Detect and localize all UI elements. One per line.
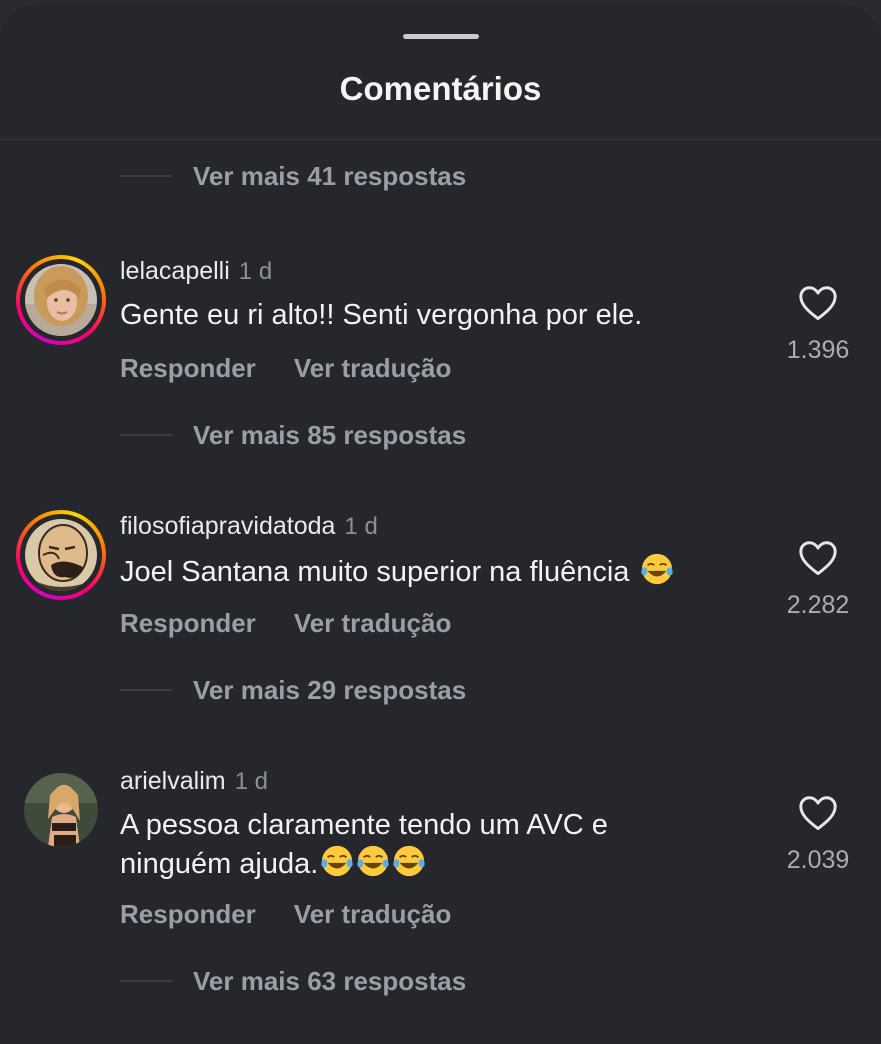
- see-translation-button[interactable]: Ver tradução: [294, 353, 452, 384]
- face-with-tears-of-joy-emoji: [357, 845, 390, 877]
- avatar[interactable]: [25, 519, 97, 591]
- avatar[interactable]: [25, 264, 97, 336]
- comment-item: lelacapelli 1 d Gente eu ri alto!! Senti…: [0, 255, 881, 395]
- header-divider: [0, 139, 881, 140]
- see-translation-button[interactable]: Ver tradução: [294, 899, 452, 930]
- username[interactable]: lelacapelli: [120, 257, 230, 286]
- comment-text-content: Joel Santana muito superior na fluência: [120, 556, 630, 588]
- like-count: 2.039: [786, 846, 850, 874]
- comment-item: arielvalim 1 d A pessoa claramente tendo…: [0, 765, 881, 945]
- view-more-replies-button[interactable]: Ver mais 29 respostas: [120, 670, 466, 710]
- comment-text: A pessoa claramente tendo um AVC e ningu…: [120, 807, 760, 883]
- reply-thread-line: [120, 980, 172, 982]
- view-more-replies-button[interactable]: Ver mais 85 respostas: [120, 415, 466, 455]
- face-with-tears-of-joy-emoji: [393, 845, 426, 877]
- comment-text: Gente eu ri alto!! Senti vergonha por el…: [120, 299, 643, 331]
- view-more-replies-label: Ver mais 85 respostas: [193, 419, 467, 450]
- comment-time: 1 d: [344, 513, 378, 540]
- comment-text-line-1: A pessoa claramente tendo um AVC e: [120, 809, 608, 841]
- heart-outline-icon[interactable]: [798, 285, 838, 321]
- reply-button[interactable]: Responder: [120, 353, 256, 384]
- view-more-replies-button[interactable]: Ver mais 63 respostas: [120, 961, 466, 1001]
- comment-meta: arielvalim 1 d: [120, 767, 268, 796]
- drag-handle[interactable]: [403, 34, 479, 39]
- comment-time: 1 d: [238, 258, 273, 285]
- heart-outline-icon[interactable]: [798, 540, 838, 576]
- view-more-replies-button[interactable]: Ver mais 41 respostas: [120, 156, 466, 196]
- comment-actions: Responder Ver tradução: [120, 899, 489, 930]
- username[interactable]: filosofiapravidatoda: [120, 512, 335, 541]
- face-with-tears-of-joy-emoji: [640, 553, 673, 585]
- username[interactable]: arielvalim: [120, 767, 226, 796]
- like-area: 2.282: [768, 540, 868, 620]
- like-area: 1.396: [768, 285, 868, 365]
- reply-button[interactable]: Responder: [120, 899, 256, 930]
- sheet-title: Comentários: [339, 70, 542, 107]
- comment-time: 1 d: [234, 768, 268, 795]
- view-more-replies-label: Ver mais 63 respostas: [193, 965, 467, 996]
- like-count: 2.282: [786, 591, 850, 619]
- comment-meta: filosofiapravidatoda 1 d: [120, 512, 378, 541]
- comment-item: filosofiapravidatoda 1 d Joel Santana mu…: [0, 510, 881, 650]
- reply-button[interactable]: Responder: [120, 608, 256, 639]
- avatar-photo: [25, 264, 97, 336]
- like-area: 2.039: [768, 795, 868, 875]
- see-translation-button[interactable]: Ver tradução: [294, 608, 452, 639]
- comment-text-line-2: ninguém ajuda.: [120, 848, 319, 880]
- reply-thread-line: [120, 689, 172, 691]
- comment-meta: lelacapelli 1 d: [120, 257, 272, 286]
- face-with-tears-of-joy-emoji: [321, 845, 354, 877]
- comment-actions: Responder Ver tradução: [120, 353, 489, 384]
- comment-actions: Responder Ver tradução: [120, 608, 489, 639]
- heart-outline-icon[interactable]: [798, 795, 838, 831]
- view-more-replies-label: Ver mais 41 respostas: [193, 160, 467, 191]
- avatar-photo: [25, 519, 97, 591]
- avatar[interactable]: [24, 773, 98, 847]
- avatar-photo: [24, 773, 98, 847]
- reply-thread-line: [120, 175, 172, 177]
- view-more-replies-label: Ver mais 29 respostas: [193, 674, 467, 705]
- comment-text: Joel Santana muito superior na fluência: [120, 552, 760, 591]
- reply-thread-line: [120, 434, 172, 436]
- like-count: 1.396: [786, 336, 850, 364]
